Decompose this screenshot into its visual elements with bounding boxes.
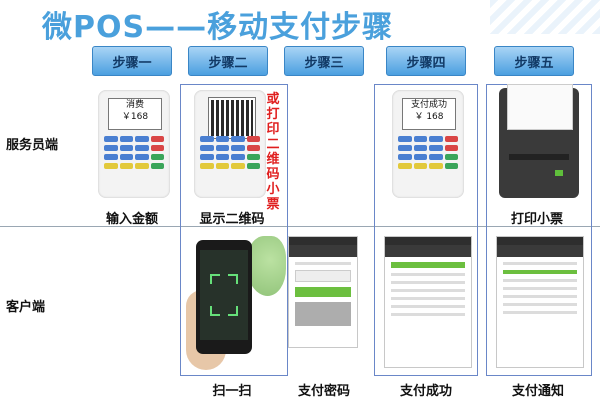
pos-keypad	[200, 136, 260, 169]
step-2-label: 步骤二	[188, 46, 268, 76]
pos-screen-line2: ￥168	[121, 112, 149, 122]
phone-notice-screen	[496, 236, 584, 368]
phone-scan	[196, 240, 252, 354]
step-3-label: 步骤三	[284, 46, 364, 76]
customer-row-label: 客户端	[6, 300, 46, 315]
caption-notice: 支付通知	[511, 384, 564, 399]
pos-keypad	[398, 136, 458, 169]
qr-code-icon	[208, 97, 256, 139]
caption-input-amount: 输入金额	[105, 212, 158, 227]
caption-password: 支付密码	[297, 384, 350, 399]
pos-terminal-step1: 消费 ￥168	[98, 90, 170, 198]
caption-show-qr: 显示二维码	[199, 212, 265, 227]
caption-success: 支付成功	[399, 384, 452, 399]
step-5-label: 步骤五	[494, 46, 574, 76]
pos-screen-line2: ￥ 168	[414, 112, 444, 122]
receipt-paper	[507, 84, 573, 130]
caption-print-receipt: 打印小票	[510, 212, 563, 227]
pos-screen-line1: 支付成功	[410, 100, 447, 110]
phone-success-screen	[384, 236, 472, 368]
pos-terminal-step2	[194, 90, 266, 198]
pos-terminal-step4: 支付成功 ￥ 168	[392, 90, 464, 198]
printer-led-icon	[555, 170, 563, 176]
phone-password-screen	[288, 236, 358, 348]
print-qr-note: 或打印二维码小票	[266, 92, 280, 212]
receipt-printer	[499, 84, 579, 198]
waiter-row-label: 服务员端	[6, 138, 59, 153]
page-title: 微POS——移动支付步骤	[42, 10, 394, 45]
step-1-label: 步骤一	[92, 46, 172, 76]
title-decoration	[490, 0, 600, 34]
caption-scan: 扫一扫	[212, 384, 252, 399]
pos-keypad	[104, 136, 164, 169]
plant-decoration	[246, 236, 286, 296]
step-4-label: 步骤四	[386, 46, 466, 76]
pos-screen-line1: 消费	[125, 100, 144, 110]
